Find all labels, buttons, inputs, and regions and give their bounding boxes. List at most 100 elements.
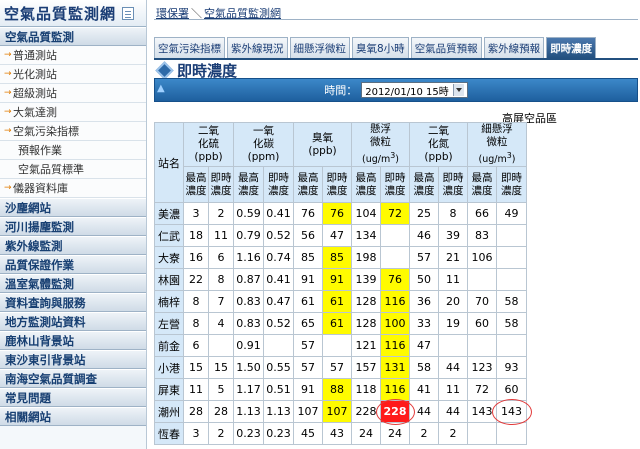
value-cell: 0.83: [233, 290, 264, 314]
nav-section-item[interactable]: 東沙東引背景站: [0, 350, 146, 369]
value-cell: 0.52: [263, 312, 294, 336]
nav-section-item[interactable]: 品質保證作業: [0, 255, 146, 274]
value-cell: 66: [467, 202, 497, 226]
nav-section-item[interactable]: 鹿林山背景站: [0, 331, 146, 350]
value-cell: 28: [208, 400, 234, 424]
value-cell: 65: [293, 312, 323, 336]
document-icon: [122, 6, 135, 20]
sub-header-line: 最高: [185, 171, 207, 184]
sub-header-line: 濃度: [384, 184, 406, 197]
sub-header-line: 濃度: [442, 184, 464, 197]
nav-section-label: 品質保證作業: [5, 257, 74, 272]
value-cell: 116: [380, 378, 410, 402]
value-cell: 0.74: [263, 246, 294, 270]
nav-sub-item[interactable]: → 空氣污染指標: [0, 122, 146, 141]
tab-item[interactable]: 臭氧8小時: [352, 37, 409, 58]
tab-item[interactable]: 紫外線預報: [483, 37, 545, 58]
table-row: 林園 22 8 0.87 0.41 91 91 139 76 50 11: [154, 268, 527, 292]
value-cell: 61: [322, 290, 352, 314]
value-cell: 1.16: [233, 246, 264, 270]
nav-sub-label: 預報作業: [18, 144, 62, 157]
pollutant-header-line: 微粒: [370, 136, 391, 148]
sub-header-line: 濃度: [413, 184, 435, 197]
table-row: 大寮 16 6 1.16 0.74 85 85 198 57 21 106: [154, 246, 527, 270]
nav-section-item[interactable]: 相關網站: [0, 407, 146, 426]
tab-item[interactable]: 細懸浮微粒: [289, 37, 350, 58]
nav-sub-item[interactable]: 預報作業: [0, 141, 146, 160]
nav-section-item[interactable]: 資料查詢與服務: [0, 293, 146, 312]
value-cell: 2: [208, 422, 234, 446]
value-cell: 56: [293, 224, 323, 248]
nav-sub-item[interactable]: → 超級測站: [0, 84, 146, 103]
sub-header-line: 濃度: [471, 184, 493, 197]
table-row: 恆春 3 2 0.23 0.23 45 43 24 24 2 2: [154, 422, 527, 446]
tab-item[interactable]: 空氣品質預報: [410, 37, 482, 58]
nav-section-item[interactable]: 常見問題: [0, 388, 146, 407]
site-title[interactable]: 空氣品質監測網: [0, 0, 146, 27]
value-cell: 104: [351, 202, 381, 226]
divider: [154, 19, 638, 20]
value-cell: 39: [438, 224, 468, 248]
value-cell: 228: [380, 400, 410, 424]
value-cell: 25: [409, 202, 439, 226]
value-cell: [380, 224, 410, 248]
tab-item[interactable]: 空氣污染指標: [154, 37, 225, 58]
value-cell: 76: [380, 268, 410, 292]
value-cell: 143: [496, 400, 527, 424]
nav-section-item[interactable]: 南海空氣品質調查: [0, 369, 146, 388]
nav-section-item[interactable]: 紫外線監測: [0, 236, 146, 255]
value-cell: [496, 268, 527, 292]
nav-section-item[interactable]: 溫室氣體監測: [0, 274, 146, 293]
value-cell: 72: [467, 378, 497, 402]
nav-section-item[interactable]: 河川揚塵監測: [0, 217, 146, 236]
value-cell: 0.87: [233, 268, 264, 292]
nav-sub-label: 空氣品質標準: [18, 163, 84, 176]
pin-icon: [155, 61, 174, 80]
sub-header: 即時 濃度: [322, 166, 352, 204]
nav-section-item[interactable]: 空氣品質監測: [0, 27, 146, 46]
main-content: 環保署 ＼ 空氣品質監測網 空氣污染指標 紫外線現況 細懸浮微粒 臭氧8小時 空氣品質預報紫…: [148, 0, 640, 449]
nav-sub-label: 空氣污染指標: [13, 125, 79, 138]
pollutant-header-line: 化碳: [253, 138, 274, 151]
concentration-table: 站名 二氧 化硫 (ppb) 一氧 化碳 (ppm) 臭氧 (ppb) 懸浮 微粒 (ug/m3) 二氧…: [154, 121, 527, 446]
sub-header-line: 即時: [210, 171, 232, 184]
table-row: 屏東 11 5 1.17 0.51 91 88 118 116 41 11 72 60: [154, 378, 527, 402]
nav-sub-item[interactable]: → 儀器資料庫: [0, 179, 146, 198]
value-cell: 2: [208, 202, 234, 226]
value-cell: 8: [183, 290, 209, 314]
station-cell: 恆春: [154, 422, 184, 446]
time-select[interactable]: 2012/01/10 15時: [361, 82, 468, 98]
tab-item[interactable]: 即時濃度: [546, 37, 597, 58]
nav-section-item[interactable]: 地方監測站資料: [0, 312, 146, 331]
value-cell: 44: [409, 400, 439, 424]
value-cell: 1.13: [233, 400, 264, 424]
nav-sub-item[interactable]: → 光化測站: [0, 65, 146, 84]
value-cell: 57: [409, 246, 439, 270]
tab-label: 紫外線預報: [487, 42, 541, 55]
sub-header-line: 濃度: [238, 184, 259, 197]
nav-section-item[interactable]: 沙塵網站: [0, 198, 146, 217]
arrow-right-icon: →: [4, 183, 12, 193]
sub-header-line: 濃度: [210, 184, 232, 197]
tab-label: 即時濃度: [550, 42, 593, 55]
nav-sub-item[interactable]: → 普通測站: [0, 46, 146, 65]
sub-header-line: 即時: [442, 171, 464, 184]
value-cell: 16: [183, 246, 209, 270]
tab-item[interactable]: 紫外線現況: [227, 37, 288, 58]
pollutant-header-line: 二氧: [428, 125, 449, 138]
sub-header-line: 即時: [501, 171, 522, 184]
value-cell: 1.50: [233, 356, 264, 380]
nav-sub-item[interactable]: 空氣品質標準: [0, 160, 146, 179]
value-cell: [496, 224, 527, 248]
value-cell: 100: [380, 312, 410, 336]
value-cell: 116: [380, 334, 410, 358]
value-cell: 0.55: [263, 356, 294, 380]
value-cell: 44: [438, 400, 468, 424]
chevron-down-icon[interactable]: [452, 84, 464, 96]
nav-sub-item[interactable]: → 大氣達測: [0, 103, 146, 122]
value-cell: 22: [183, 268, 209, 292]
value-cell: [438, 334, 468, 358]
pollutant-header: 細懸浮 微粒 (ug/m3): [467, 121, 527, 168]
value-cell: 47: [322, 224, 352, 248]
value-cell: 128: [351, 290, 381, 314]
